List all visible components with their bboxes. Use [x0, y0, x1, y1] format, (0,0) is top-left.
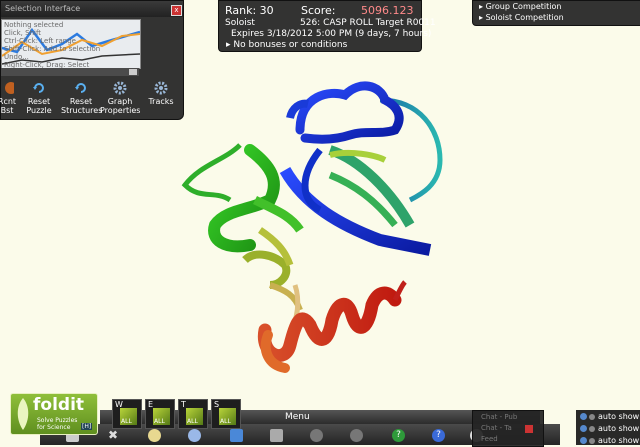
graph-properties-label: Graph Properties	[100, 97, 141, 115]
gear-icon	[113, 81, 127, 95]
auto-show-toggle[interactable]: auto show	[580, 424, 639, 433]
reset-structures-icon	[75, 83, 86, 93]
graph-text-line: Shift-Click: Add to selection	[4, 45, 101, 53]
mode-sub: ALL	[121, 418, 132, 425]
gear-icon	[154, 81, 168, 95]
mode-sub: ALL	[154, 418, 165, 425]
checkbox-icon[interactable]	[589, 425, 595, 432]
scroll-thumb[interactable]	[129, 69, 137, 75]
folder-icon[interactable]	[230, 429, 243, 442]
reset-puzzle-label: Reset Puzzle	[26, 97, 52, 115]
reset-structures-label: Reset Structures	[61, 97, 103, 115]
mode-button-s[interactable]: S ALL	[211, 399, 241, 429]
mode-button-w[interactable]: W ALL	[112, 399, 142, 429]
chat-tab[interactable]: Feed	[481, 435, 498, 443]
mode-text: Soloist	[225, 18, 255, 28]
reset-structures-button[interactable]: Reset Structures	[61, 81, 103, 115]
auto-show-toggle[interactable]: auto show	[580, 412, 639, 421]
graph-text-line: Undo...	[4, 53, 29, 61]
logo-badge: [H]	[81, 423, 93, 430]
info-icon	[580, 413, 587, 420]
chat-panel[interactable]: Chat - Pub Chat - Ta Feed	[472, 410, 544, 447]
recent-best-icon	[5, 82, 14, 94]
rank-text: Rank: 30	[225, 4, 274, 17]
expires-text: Expires 3/18/2012 5:00 PM (9 days, 7 hou…	[231, 29, 432, 39]
info-icon	[580, 425, 587, 432]
score-graph[interactable]: Nothing selected Click, Shift Ctrl-Click…	[1, 19, 141, 69]
circle-icon[interactable]	[350, 429, 363, 442]
soloist-competition-toggle[interactable]: ▸ Soloist Competition	[479, 13, 564, 22]
mode-button-e[interactable]: E ALL	[145, 399, 175, 429]
menu-label: Menu	[285, 412, 310, 422]
graph-text-line: Nothing selected	[4, 21, 64, 29]
auto-show-label: auto show	[598, 436, 640, 445]
info-icon	[580, 437, 587, 444]
foldit-logo[interactable]: foldit Solve Puzzles for Science [H]	[10, 393, 98, 435]
score-panel: Rank: 30 Score: 5096.123 Soloist 526: CA…	[218, 0, 436, 52]
selection-panel: Selection Interface x Nothing selected C…	[0, 0, 184, 120]
chat-tab[interactable]: Chat - Ta	[481, 424, 512, 432]
conditions-text: No bonuses or conditions	[233, 40, 348, 50]
group-competition-toggle[interactable]: ▸ Group Competition	[479, 2, 561, 11]
checkbox-icon[interactable]	[589, 413, 595, 420]
mode-sub: ALL	[220, 418, 231, 425]
graph-scrollbar[interactable]	[1, 68, 139, 76]
graph-text-line: Ctrl-Click: Left range	[4, 37, 76, 45]
puzzle-name: 526: CASP ROLL Target R0011	[300, 18, 436, 28]
auto-show-toggle[interactable]: auto show	[580, 436, 639, 445]
graph-properties-button[interactable]: Graph Properties	[100, 81, 140, 115]
recent-best-label: Rcnt Bst	[0, 97, 17, 115]
logo-tagline: Solve Puzzles for Science	[37, 417, 78, 431]
circle-icon[interactable]	[310, 429, 323, 442]
chat-tab[interactable]: Chat - Pub	[481, 413, 517, 421]
tracks-button[interactable]: Tracks	[141, 81, 181, 106]
conditions-toggle[interactable]: ▸ No bonuses or conditions	[226, 40, 347, 50]
help-icon[interactable]: ?	[392, 429, 405, 442]
wrench-icon[interactable]: ✖	[108, 429, 121, 442]
camera-icon[interactable]	[270, 429, 283, 442]
mode-button-t[interactable]: T ALL	[178, 399, 208, 429]
close-icon[interactable]: x	[171, 5, 182, 16]
tracks-label: Tracks	[148, 97, 174, 106]
selection-panel-title: Selection Interface	[1, 1, 183, 17]
reset-puzzle-icon	[33, 83, 44, 93]
person-icon[interactable]	[188, 429, 201, 442]
reset-puzzle-button[interactable]: Reset Puzzle	[19, 81, 59, 115]
close-icon[interactable]	[525, 425, 533, 433]
competition-panel: ▸ Group Competition ▸ Soloist Competitio…	[472, 0, 640, 26]
leaf-icon	[17, 398, 29, 430]
score-value: 5096.123	[361, 4, 414, 17]
mode-sub: ALL	[187, 418, 198, 425]
auto-show-label: auto show	[598, 412, 640, 421]
face-icon[interactable]	[148, 429, 161, 442]
checkbox-icon[interactable]	[589, 437, 595, 444]
logo-text: foldit	[33, 395, 85, 415]
auto-show-label: auto show	[598, 424, 640, 433]
graph-text-line: Click, Shift	[4, 29, 42, 37]
soloist-competition-label: Soloist Competition	[485, 13, 564, 22]
score-label: Score:	[301, 4, 336, 17]
group-competition-label: Group Competition	[485, 2, 562, 11]
help-icon[interactable]: ?	[432, 429, 445, 442]
